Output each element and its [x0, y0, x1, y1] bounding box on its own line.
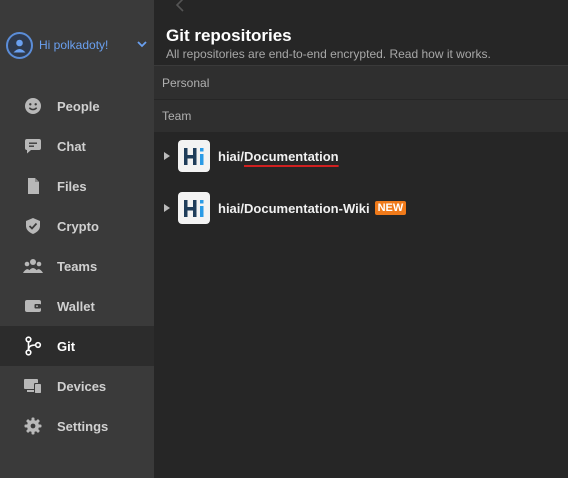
- repo-title: Documentation: [244, 148, 339, 164]
- sidebar-nav: People Chat Files Crypto Teams Wallet Gi…: [0, 86, 154, 446]
- sidebar-item-chat[interactable]: Chat: [0, 126, 154, 166]
- files-icon: [23, 176, 43, 196]
- sidebar-item-crypto[interactable]: Crypto: [0, 206, 154, 246]
- sidebar-item-label: Teams: [57, 258, 98, 274]
- shield-icon: [23, 216, 43, 236]
- gear-icon: [23, 416, 43, 436]
- main-panel: Git repositories All repositories are en…: [154, 0, 568, 478]
- sidebar: Hi polkadoty! People Chat Files Crypto T…: [0, 0, 154, 478]
- section-header-team: Team: [154, 99, 568, 132]
- sidebar-item-teams[interactable]: Teams: [0, 246, 154, 286]
- chevron-down-icon[interactable]: [136, 38, 148, 50]
- wallet-icon: [23, 296, 43, 316]
- sidebar-item-label: Wallet: [57, 298, 95, 314]
- sidebar-item-wallet[interactable]: Wallet: [0, 286, 154, 326]
- sidebar-item-label: Git: [57, 338, 76, 354]
- section-header-personal: Personal: [154, 66, 568, 99]
- repo-owner: hiai/: [218, 200, 245, 216]
- back-arrow-icon[interactable]: [174, 0, 186, 12]
- caret-right-icon[interactable]: [164, 152, 170, 160]
- repo-row[interactable]: hiai/Documentation: [154, 136, 568, 176]
- repo-owner: hiai/: [218, 148, 245, 164]
- sidebar-item-label: Crypto: [57, 218, 99, 234]
- teams-icon: [23, 256, 43, 276]
- sidebar-item-git[interactable]: Git: [0, 326, 154, 366]
- page-subtitle: All repositories are end-to-end encrypte…: [166, 47, 491, 61]
- smiley-icon: [23, 96, 43, 116]
- caret-right-icon[interactable]: [164, 204, 170, 212]
- page-title: Git repositories: [166, 26, 292, 45]
- sidebar-item-label: People: [57, 98, 100, 114]
- repo-name[interactable]: hiai/Documentation-Wiki: [218, 201, 370, 216]
- git-branch-icon: [23, 336, 43, 356]
- sidebar-item-label: Devices: [57, 378, 107, 394]
- sidebar-item-label: Settings: [57, 418, 109, 434]
- repo-row[interactable]: hiai/Documentation-Wiki NEW: [154, 188, 568, 228]
- chat-bubble-icon: [23, 136, 43, 156]
- sidebar-item-settings[interactable]: Settings: [0, 406, 154, 446]
- repo-logo: [178, 140, 210, 172]
- sidebar-item-label: Files: [57, 178, 87, 194]
- repo-title: Documentation-Wiki: [244, 200, 370, 216]
- sidebar-item-people[interactable]: People: [0, 86, 154, 126]
- new-badge: NEW: [374, 201, 407, 215]
- sidebar-item-label: Chat: [57, 138, 86, 154]
- user-greeting: Hi polkadoty!: [39, 38, 109, 52]
- avatar: [6, 31, 33, 59]
- repo-name[interactable]: hiai/Documentation: [218, 149, 339, 164]
- devices-icon: [23, 376, 43, 396]
- user-icon: [13, 39, 26, 52]
- user-menu[interactable]: Hi polkadoty!: [6, 31, 148, 59]
- sidebar-item-files[interactable]: Files: [0, 166, 154, 206]
- repo-logo: [178, 192, 210, 224]
- sidebar-item-devices[interactable]: Devices: [0, 366, 154, 406]
